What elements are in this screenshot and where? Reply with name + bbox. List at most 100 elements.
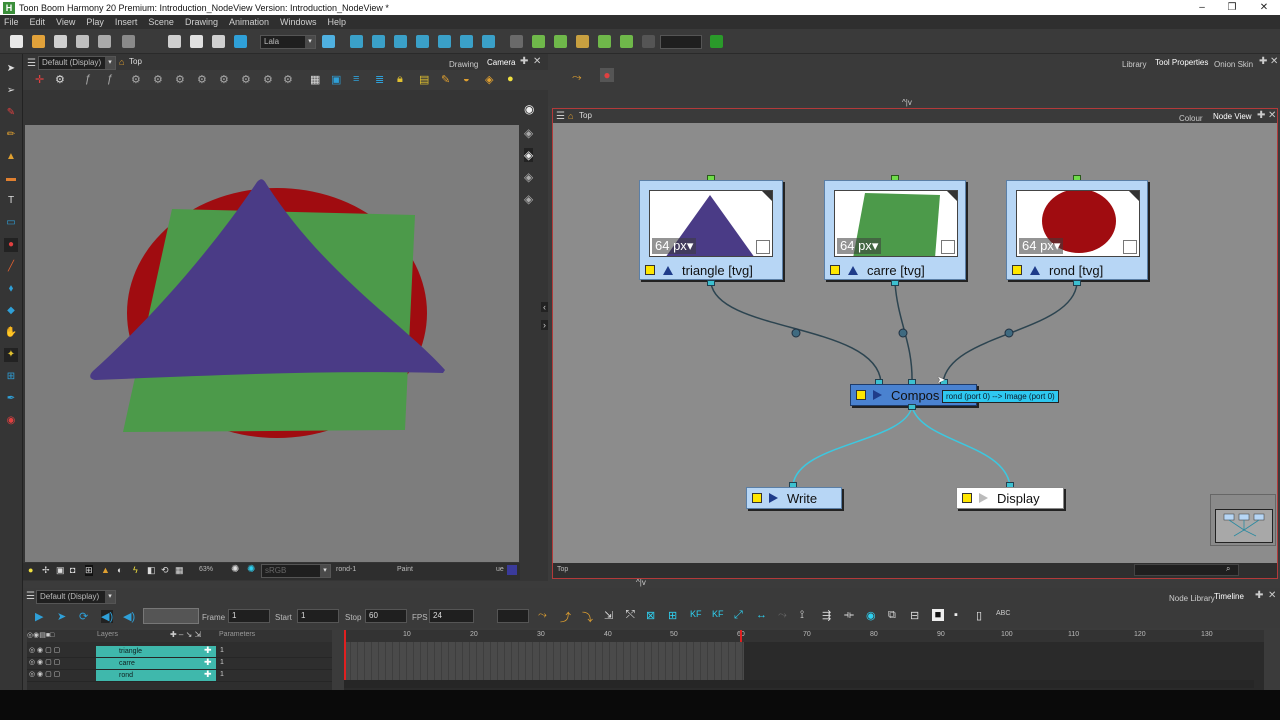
offset-icon[interactable]: [620, 35, 633, 48]
stop-marker[interactable]: [740, 630, 742, 642]
brush-icon[interactable]: ✎: [4, 106, 18, 120]
tab-colour[interactable]: Colour: [1179, 114, 1203, 123]
weight-icon[interactable]: [642, 35, 655, 48]
sound-icon[interactable]: ◀): [101, 610, 114, 623]
add-tab-icon[interactable]: ✚: [520, 56, 528, 67]
brush-settings-icon[interactable]: ✎: [441, 73, 450, 86]
layers-icon[interactable]: ◈: [524, 192, 533, 206]
cog-icon[interactable]: ⚙: [153, 73, 163, 86]
layer-name[interactable]: rond: [96, 670, 216, 681]
layers-icon[interactable]: ◈: [524, 126, 533, 140]
play-icon[interactable]: ▶: [35, 610, 43, 623]
paint-mode-icon[interactable]: ⤳: [572, 70, 582, 85]
panel-menu-icon[interactable]: ☰: [27, 58, 36, 69]
render-icon[interactable]: ⊞: [85, 565, 93, 576]
collapse-left-icon[interactable]: ‹: [541, 302, 548, 312]
tab-timeline[interactable]: Timeline: [1214, 592, 1244, 601]
node-navigator[interactable]: [1210, 494, 1276, 546]
tool-icon[interactable]: ƒ: [107, 73, 113, 85]
composite-output-port[interactable]: [908, 404, 916, 410]
play-selection-icon[interactable]: ➤: [57, 610, 66, 623]
zoom-level[interactable]: 63%: [199, 566, 213, 573]
pivot-tool-icon[interactable]: ✦: [4, 348, 18, 362]
layers-icon[interactable]: ◈: [524, 170, 533, 184]
spline-icon[interactable]: [460, 35, 473, 48]
lock-icon[interactable]: ▲: [101, 565, 110, 575]
select-tool-icon[interactable]: ➤: [4, 62, 18, 76]
node-breadcrumb[interactable]: Top: [579, 111, 592, 120]
line-tool-icon[interactable]: ╱: [4, 260, 18, 274]
minimize-button[interactable]: –: [1186, 0, 1218, 15]
onion-icon[interactable]: ≣: [375, 73, 384, 86]
morph-icon[interactable]: ◉: [4, 414, 18, 428]
envelope-icon[interactable]: [576, 35, 589, 48]
pencil-icon[interactable]: ✏: [4, 128, 18, 142]
playback-speed-slider[interactable]: [143, 608, 199, 624]
layer-expand-icon[interactable]: ✚: [204, 669, 212, 680]
loop-icon[interactable]: ⟳: [79, 610, 88, 623]
tool-icon[interactable]: ƒ: [85, 73, 91, 85]
enable-icon[interactable]: [830, 265, 840, 275]
maximize-button[interactable]: ❐: [1216, 0, 1248, 15]
add-tab-icon[interactable]: ✚: [1255, 590, 1263, 601]
add-tab-icon[interactable]: ✚: [1257, 110, 1265, 121]
bulb-icon[interactable]: ●: [28, 565, 33, 575]
frame-icon[interactable]: ▣: [56, 565, 65, 576]
cutter-icon[interactable]: ⊞: [4, 370, 18, 384]
tab-tool-properties[interactable]: Tool Properties: [1155, 58, 1208, 67]
onion-icon[interactable]: ▪: [954, 609, 958, 621]
tab-library[interactable]: Library: [1122, 60, 1146, 69]
frame-marker-icon[interactable]: ⊟: [910, 609, 919, 622]
color-space-combo[interactable]: sRGB ▾: [261, 564, 331, 578]
tab-camera[interactable]: Camera: [487, 58, 515, 67]
enable-icon[interactable]: [645, 265, 655, 275]
disabled-tool-icon[interactable]: ⤳: [778, 609, 787, 622]
menu-windows[interactable]: Windows: [280, 17, 317, 27]
thumbnail-size[interactable]: 64 px▾: [652, 238, 697, 254]
align-icon[interactable]: ⇶: [822, 609, 831, 622]
hand-tool-icon[interactable]: ✋: [4, 326, 18, 340]
node-carre[interactable]: 64 px▾ carre [tvg]: [824, 180, 966, 280]
palette-icon[interactable]: [322, 35, 335, 48]
add-drawing-icon[interactable]: ⊠: [646, 609, 655, 622]
cog-icon[interactable]: ⚙: [197, 73, 207, 86]
collapse-right-icon[interactable]: ›: [541, 320, 548, 330]
grid-icon[interactable]: ▦: [175, 565, 184, 576]
node-display[interactable]: Display: [956, 487, 1064, 509]
node-write[interactable]: Write: [746, 487, 842, 509]
frame-field[interactable]: 1: [228, 609, 270, 623]
layer-name[interactable]: carre: [96, 658, 216, 669]
lock-icon[interactable]: 🔒︎: [397, 73, 403, 86]
grid-icon[interactable]: ▦: [310, 73, 320, 86]
mask-icon[interactable]: ◐: [117, 565, 122, 575]
lock-all-icon[interactable]: ▤: [419, 73, 429, 86]
layer-row[interactable]: ◎ ◉ ▢ ▢ rond ✚ 1: [27, 669, 332, 682]
thumbnail-checkbox[interactable]: [941, 240, 955, 254]
layer-name[interactable]: triangle: [96, 646, 216, 657]
stamp-icon[interactable]: ▲: [4, 150, 18, 164]
skew-icon[interactable]: [416, 35, 429, 48]
menu-view[interactable]: View: [56, 17, 75, 27]
visibility-icon[interactable]: ◉: [866, 609, 876, 622]
toggle-icon[interactable]: ◧: [147, 565, 156, 576]
undo-icon[interactable]: [122, 35, 135, 48]
center-icon[interactable]: ✢: [42, 565, 50, 576]
save-as-icon[interactable]: [76, 35, 89, 48]
cell-icon[interactable]: ⧉: [888, 609, 896, 622]
scale-icon[interactable]: [394, 35, 407, 48]
gear-icon[interactable]: ⚙: [55, 73, 65, 86]
link-icon[interactable]: ⤢: [734, 609, 743, 622]
cog-icon[interactable]: ⚙: [175, 73, 185, 86]
import-icon[interactable]: [98, 35, 111, 48]
node-canvas[interactable]: 64 px▾ triangle [tvg] 64 px▾ carre [tvg]: [553, 123, 1277, 563]
expand-icon[interactable]: ↔: [756, 609, 767, 621]
contour-editor-icon[interactable]: ➢: [4, 84, 18, 98]
flash-icon[interactable]: ϟ: [133, 565, 138, 575]
thumbnail-checkbox[interactable]: [756, 240, 770, 254]
new-scene-icon[interactable]: [10, 35, 23, 48]
stop-motion-icon[interactable]: ⇲: [604, 609, 613, 622]
motion-icon[interactable]: ⤲: [626, 609, 635, 622]
library-icon[interactable]: [234, 35, 247, 48]
copy-icon[interactable]: [190, 35, 203, 48]
add-tab-icon[interactable]: ✚: [1259, 56, 1267, 67]
